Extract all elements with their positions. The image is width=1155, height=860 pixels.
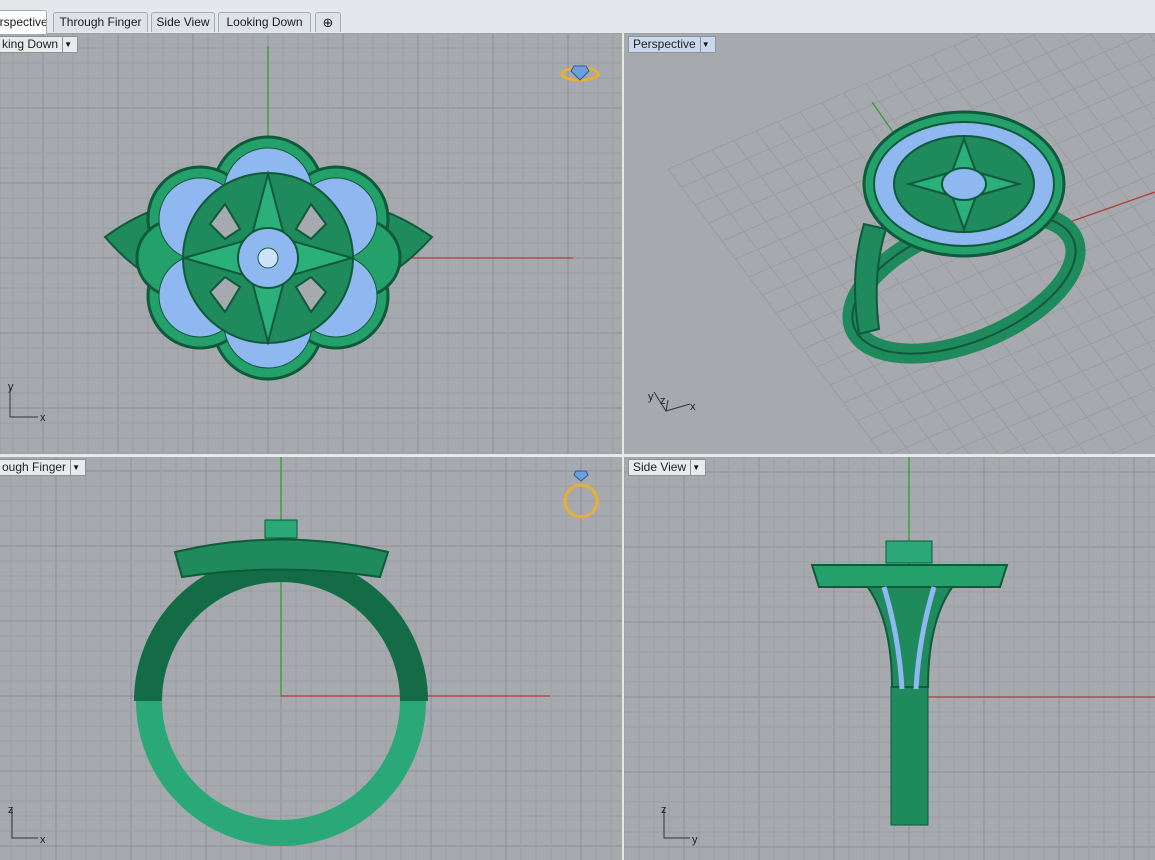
viewport-label-side-view[interactable]: Side View ▼ — [628, 459, 707, 476]
svg-text:z: z — [660, 395, 666, 407]
viewport-tab-strip: Perspective Through Finger Side View Loo… — [0, 0, 1155, 34]
tab-side-view[interactable]: Side View — [151, 12, 215, 32]
viewport-looking-down[interactable]: y x king Down ▼ — [0, 34, 622, 454]
svg-text:y: y — [648, 391, 654, 403]
svg-text:y: y — [8, 381, 14, 393]
viewport-title: Side View — [633, 460, 687, 474]
plus-icon: ⊕ — [322, 15, 334, 30]
axis-indicator: y z x — [648, 391, 696, 413]
x-axis-line — [1063, 191, 1155, 225]
tab-label: Side View — [156, 15, 210, 29]
tab-through-finger[interactable]: Through Finger — [53, 12, 148, 32]
viewport-canvas[interactable]: z x — [0, 457, 622, 860]
svg-text:z: z — [661, 804, 667, 816]
viewport-divider-vertical[interactable] — [622, 33, 624, 860]
viewport-title: king Down — [2, 37, 59, 51]
axis-indicator: y x — [8, 381, 46, 424]
viewport-perspective[interactable]: y z x Perspective ▼ — [624, 34, 1155, 454]
chevron-down-icon[interactable]: ▼ — [699, 37, 711, 52]
ring-side-view — [810, 540, 1009, 826]
ring-top-view — [103, 135, 434, 381]
viewport-label-looking-down[interactable]: king Down ▼ — [0, 36, 79, 53]
svg-text:x: x — [690, 401, 696, 413]
chevron-down-icon[interactable]: ▼ — [62, 37, 73, 52]
viewport-through-finger[interactable]: z x ough Finger ▼ — [0, 457, 622, 860]
tab-looking-down[interactable]: Looking Down — [218, 12, 311, 32]
viewport-canvas[interactable]: y x — [0, 34, 622, 454]
svg-text:y: y — [692, 834, 698, 846]
tab-perspective[interactable]: Perspective — [0, 10, 47, 34]
chevron-down-icon[interactable]: ▼ — [690, 460, 701, 475]
viewport-label-perspective[interactable]: Perspective ▼ — [628, 36, 716, 53]
viewport-divider-horizontal[interactable] — [0, 454, 1155, 457]
axis-indicator: z x — [8, 804, 46, 846]
svg-text:z: z — [8, 804, 14, 816]
add-tab-button[interactable]: ⊕ — [315, 12, 341, 32]
viewport-label-through-finger[interactable]: ough Finger ▼ — [0, 459, 87, 476]
viewport-side-view[interactable]: z y Side View ▼ — [624, 457, 1155, 860]
tab-label: Perspective — [0, 15, 47, 29]
tab-label: Looking Down — [226, 15, 303, 29]
chevron-down-icon[interactable]: ▼ — [70, 460, 81, 475]
axis-indicator: z y — [661, 804, 698, 846]
viewport-canvas[interactable]: y z x — [624, 34, 1155, 454]
tab-label: Through Finger — [59, 15, 142, 29]
svg-text:x: x — [40, 412, 46, 424]
ring-gizmo-icon — [560, 65, 600, 82]
viewport-canvas[interactable]: z y — [624, 457, 1155, 860]
viewport-title: ough Finger — [2, 460, 67, 474]
viewport-title: Perspective — [633, 37, 696, 51]
svg-text:x: x — [40, 834, 46, 846]
